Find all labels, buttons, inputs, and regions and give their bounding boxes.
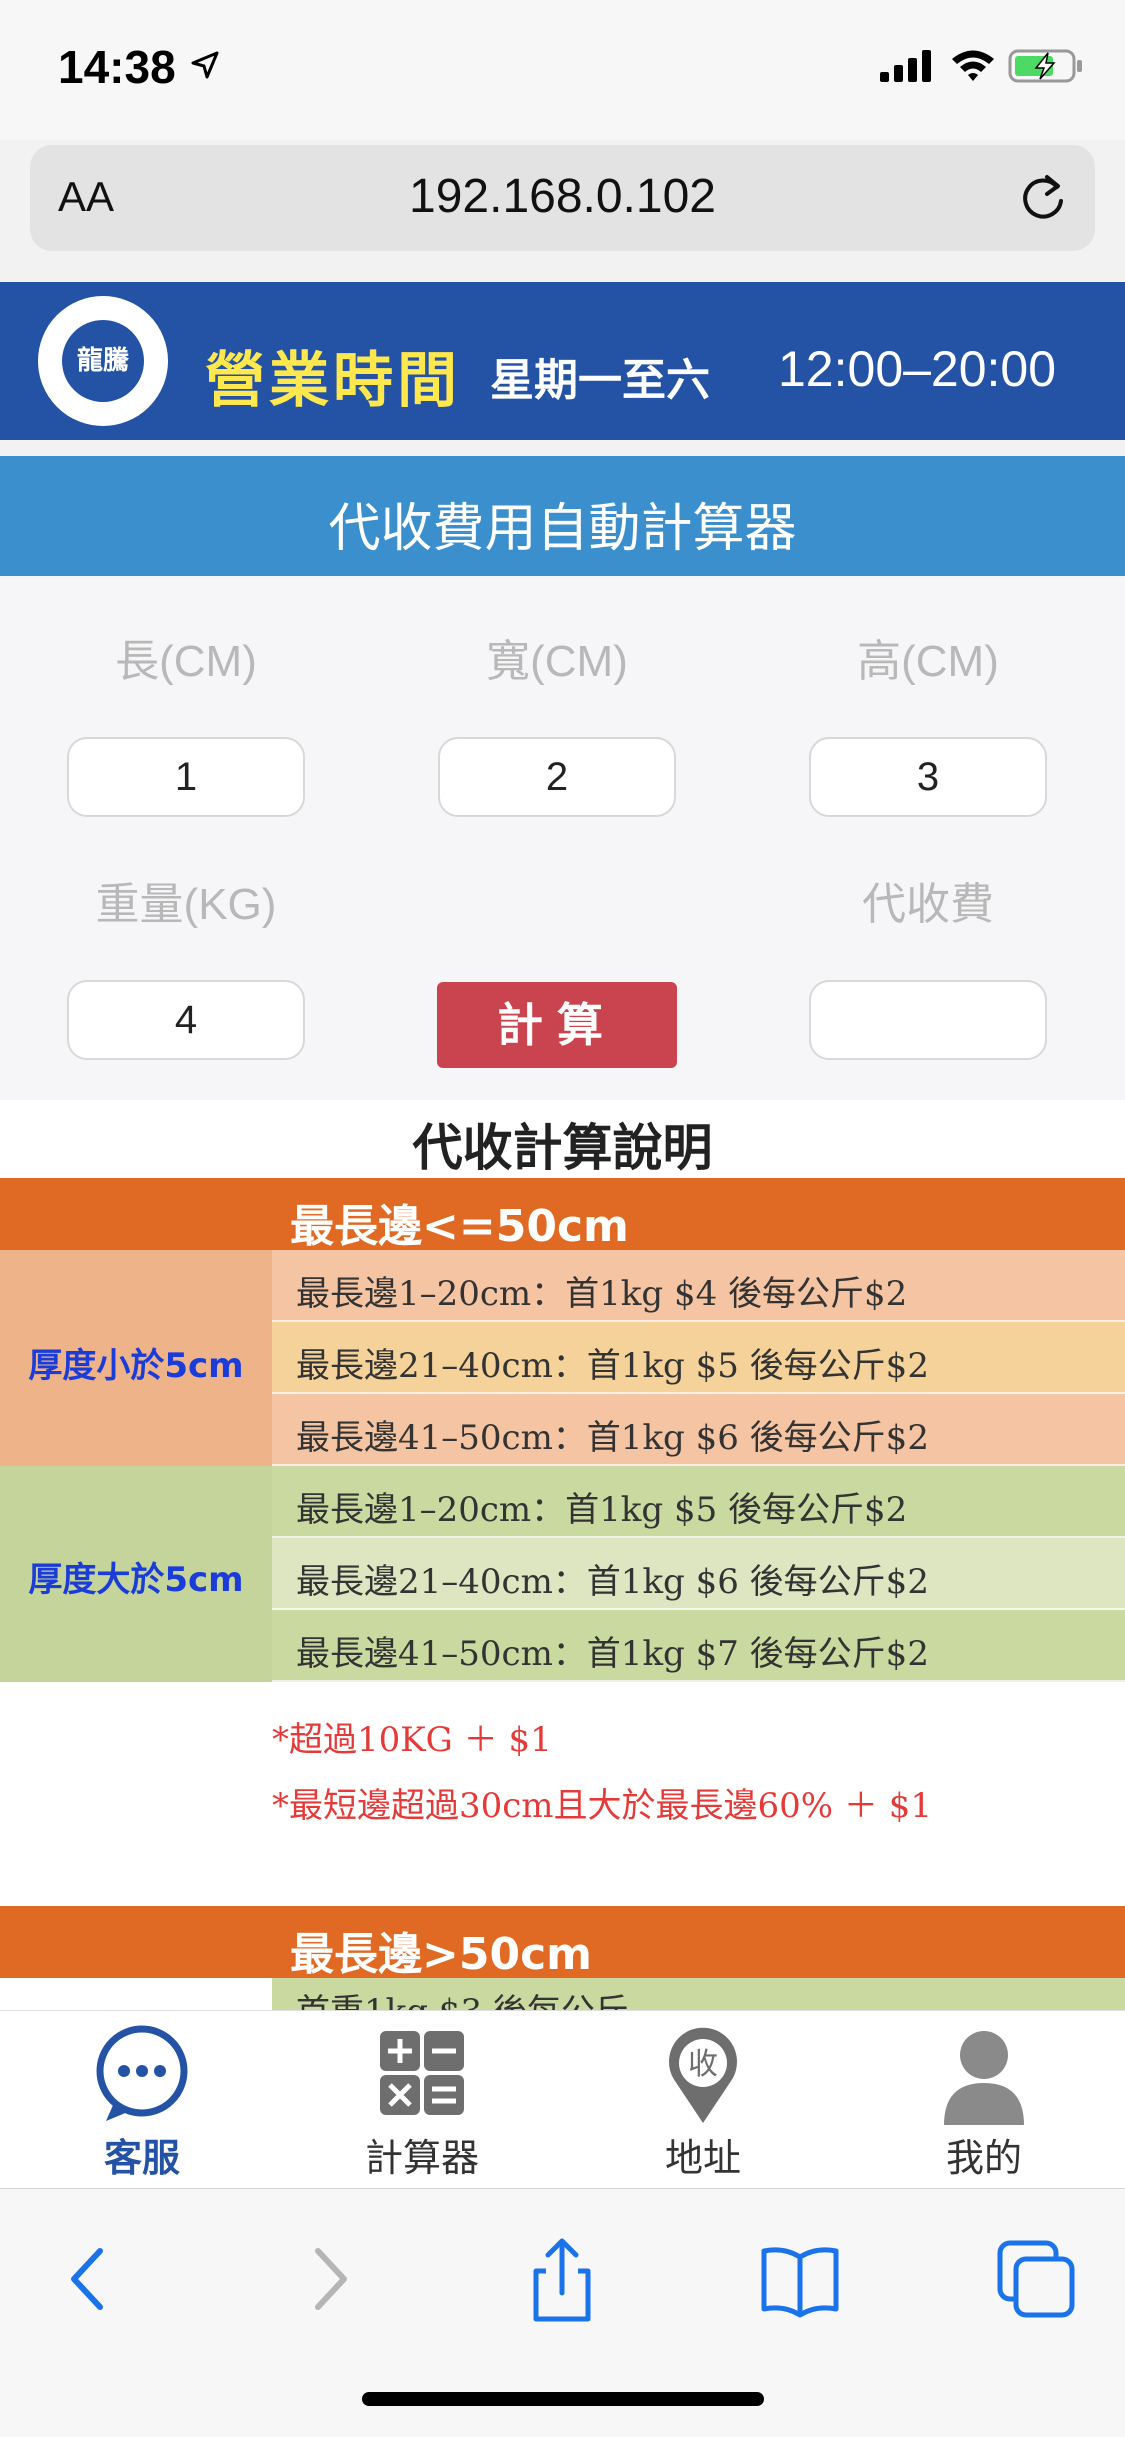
height-input[interactable] — [809, 737, 1047, 817]
tab-profile[interactable]: 我的 — [844, 2011, 1124, 2189]
calculator-title-bar: 代收費用自動計算器 — [0, 456, 1125, 576]
address-bar[interactable]: AA 192.168.0.102 — [30, 145, 1095, 251]
section-header-under-50: 最長邊<=50cm — [0, 1178, 1125, 1252]
user-icon — [944, 2031, 1024, 2125]
weight-input[interactable] — [67, 980, 305, 1060]
group-label-thick: 厚度大於5cm — [28, 1560, 244, 1600]
tabs-icon[interactable] — [986, 2229, 1086, 2329]
fee-output[interactable] — [809, 980, 1047, 1060]
section-header-over-50: 最長邊>50cm — [0, 1906, 1125, 1980]
logo-text: 龍騰 — [62, 320, 144, 402]
tab-address[interactable]: 收 地址 — [563, 2011, 843, 2189]
section-header-text: 最長邊>50cm — [290, 1929, 593, 1980]
tab-calculator[interactable]: 計算器 — [282, 2011, 562, 2189]
logo: 龍騰 — [38, 296, 168, 426]
fee-explanation: 代收計算說明 最長邊<=50cm 厚度小於5cm 最長邊1–20cm：首1kg … — [0, 1100, 1125, 2010]
rate-row: 最長邊21–40cm：首1kg $6 後每公斤$2 — [272, 1538, 1125, 1610]
calculator-title: 代收費用自動計算器 — [328, 499, 797, 559]
business-time: 12:00–20:00 — [778, 341, 1057, 397]
business-hours-label: 營業時間 — [205, 346, 461, 416]
rate-row-partial: 首重1kg $3 後每公斤 — [272, 1978, 1125, 2010]
height-label: 高(CM) — [857, 637, 999, 686]
url-text[interactable]: 192.168.0.102 — [30, 169, 1095, 224]
status-bar: 14:38 — [0, 0, 1125, 140]
location-arrow-icon — [191, 51, 219, 79]
location-pin-icon: 收 — [669, 2027, 737, 2123]
rate-row: 最長邊1–20cm：首1kg $4 後每公斤$2 — [272, 1250, 1125, 1322]
back-icon[interactable] — [42, 2229, 142, 2329]
rate-row: 最長邊1–20cm：首1kg $5 後每公斤$2 — [272, 1466, 1125, 1538]
length-input[interactable] — [67, 737, 305, 817]
bottom-tab-bar: 客服 計算器 收 地址 我的 — [0, 2010, 1125, 2189]
rate-row: 最長邊41–50cm：首1kg $6 後每公斤$2 — [272, 1394, 1125, 1466]
reload-icon[interactable] — [1017, 171, 1069, 225]
rate-row: 最長邊21–40cm：首1kg $5 後每公斤$2 — [272, 1322, 1125, 1394]
svg-text:收: 收 — [688, 2047, 718, 2082]
home-indicator[interactable] — [362, 2392, 764, 2406]
group-label-thin: 厚度小於5cm — [28, 1346, 244, 1386]
tab-label: 我的 — [945, 2136, 1022, 2180]
weight-label: 重量(KG) — [95, 880, 277, 929]
battery-charging-icon — [1008, 49, 1082, 83]
section-header-text: 最長邊<=50cm — [290, 1201, 629, 1252]
explanation-title: 代收計算說明 — [412, 1118, 713, 1177]
status-time: 14:38 — [58, 41, 176, 93]
calculate-button[interactable]: 計算 — [437, 982, 677, 1068]
share-icon[interactable] — [512, 2229, 612, 2329]
chat-bubble-icon — [96, 2025, 188, 2121]
cellular-signal-icon — [880, 50, 931, 82]
note-shortest-side: *最短邊超過30cm且大於最長邊60% ＋ $1 — [272, 1786, 932, 1826]
width-label: 寬(CM) — [486, 637, 628, 686]
rate-row: 最長邊41–50cm：首1kg $7 後每公斤$2 — [272, 1610, 1125, 1682]
tab-label: 地址 — [664, 2136, 741, 2180]
tab-customer-service[interactable]: 客服 — [2, 2011, 282, 2189]
forward-icon[interactable] — [276, 2229, 376, 2329]
bookmarks-icon[interactable] — [750, 2229, 850, 2329]
wifi-icon — [952, 50, 994, 81]
business-days: 星期一至六 — [490, 355, 710, 406]
length-label: 長(CM) — [115, 637, 257, 686]
note-overweight: *超過10KG ＋ $1 — [272, 1720, 552, 1760]
tab-label: 計算器 — [364, 2136, 479, 2180]
tab-label: 客服 — [103, 2136, 180, 2180]
calculator-icon — [380, 2031, 464, 2115]
width-input[interactable] — [438, 737, 676, 817]
fee-label: 代收費 — [862, 880, 994, 929]
site-banner: 龍騰 營業時間 星期一至六 12:00–20:00 — [0, 282, 1125, 440]
